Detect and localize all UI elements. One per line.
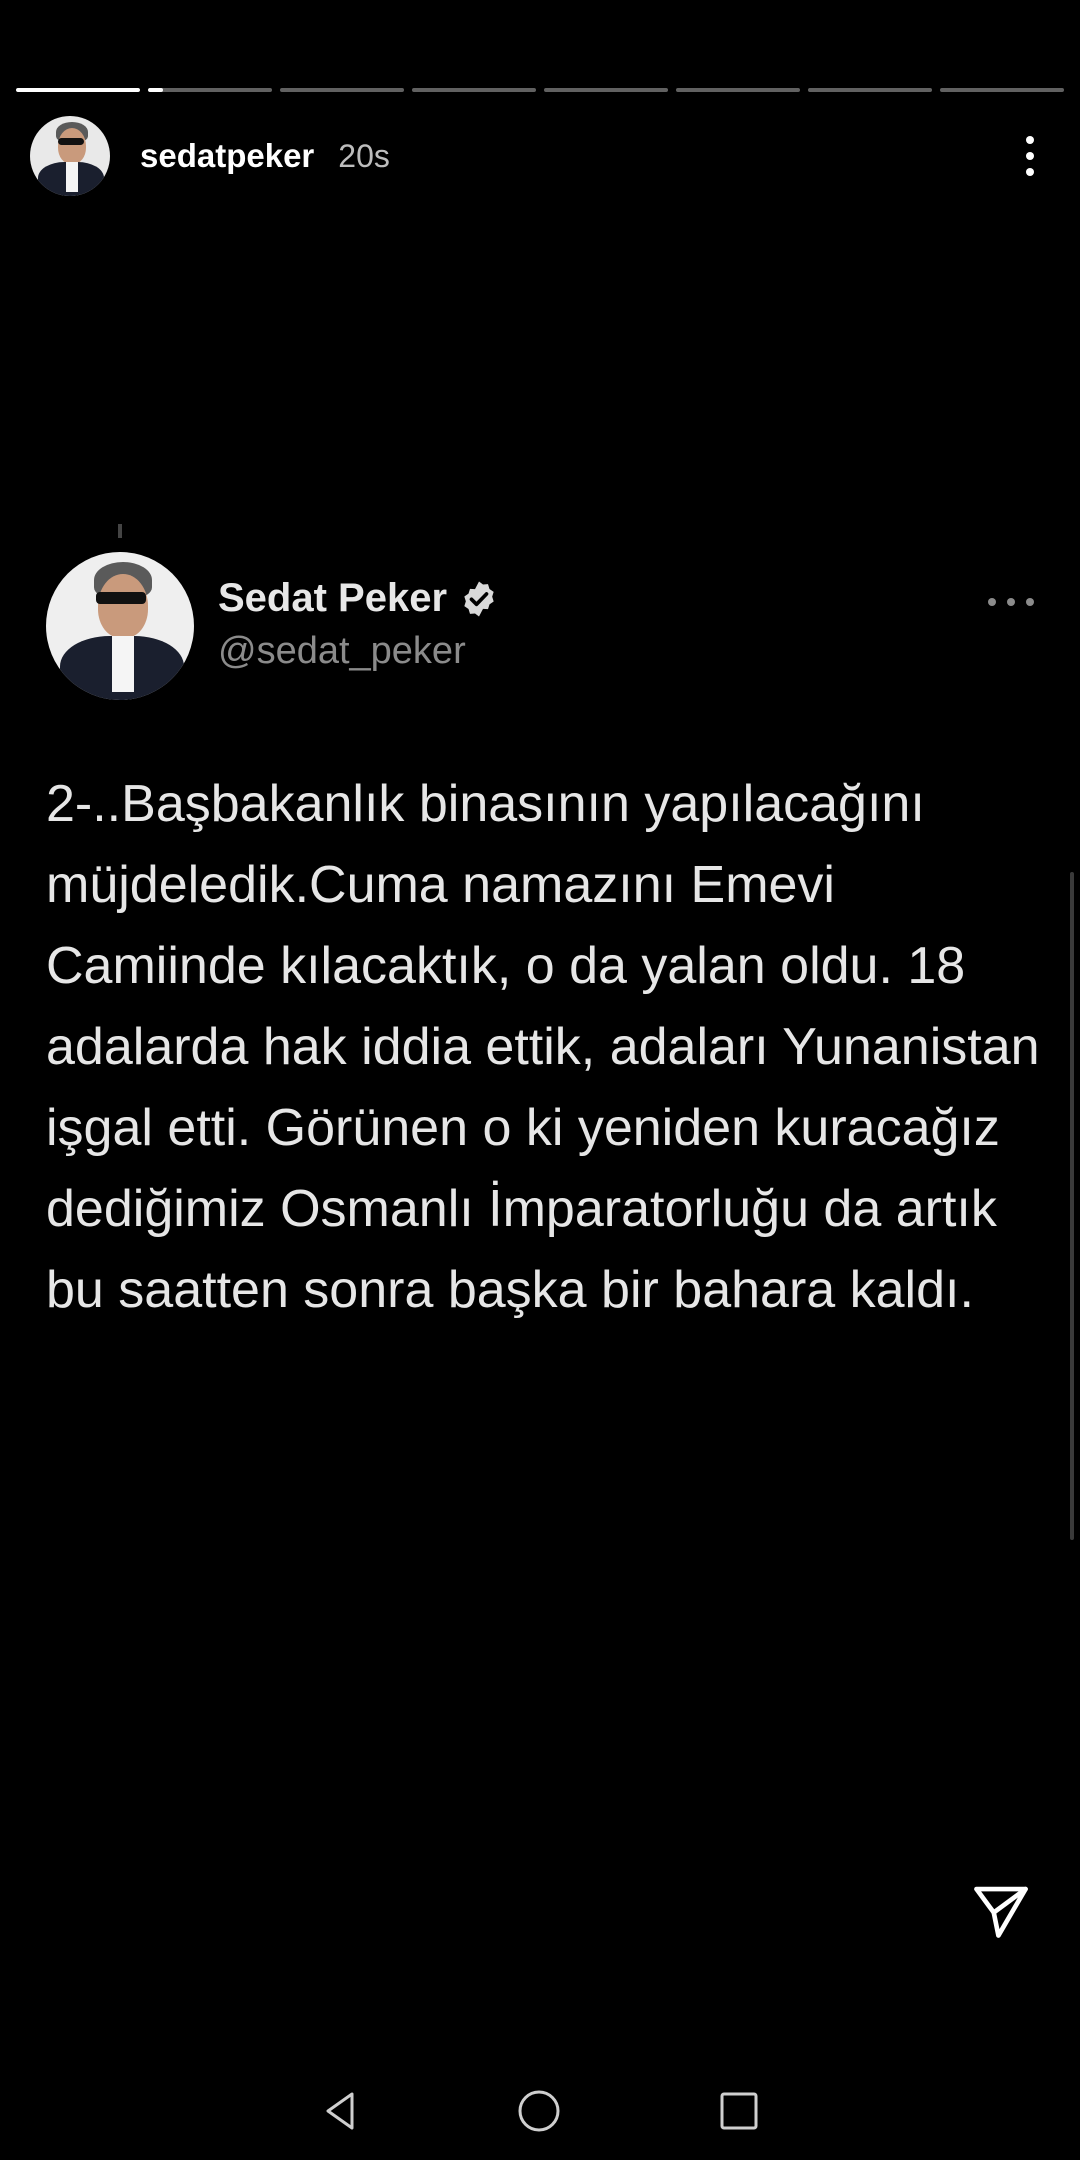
- story-header: sedatpeker 20s: [30, 116, 1050, 196]
- story-progress-segment: [280, 88, 404, 92]
- story-progress-segment: [808, 88, 932, 92]
- story-progress-segment: [412, 88, 536, 92]
- more-horizontal-icon: [988, 592, 1034, 612]
- verified-badge-icon: [464, 581, 494, 616]
- story-progress-segment: [676, 88, 800, 92]
- tweet-body-text: 2-..Başbakanlık binasının yapılacağını m…: [46, 775, 1040, 1319]
- story-timestamp: 20s: [338, 137, 390, 174]
- send-icon[interactable]: [970, 1880, 1032, 1942]
- story-progress-fill: [16, 88, 140, 92]
- story-progress-segment: [16, 88, 140, 92]
- tweet-header: Sedat Peker @sedat_peker: [46, 552, 1034, 702]
- more-vertical-icon[interactable]: [1010, 126, 1050, 186]
- back-triangle-icon[interactable]: [316, 2086, 366, 2136]
- divider-tick: [118, 524, 122, 538]
- tweet-display-name: Sedat Peker: [218, 576, 499, 621]
- system-navigation-bar: [0, 2070, 1080, 2150]
- recents-square-icon[interactable]: [714, 2086, 764, 2136]
- scroll-indicator: [1070, 872, 1074, 1540]
- tweet-handle: @sedat_peker: [218, 630, 466, 672]
- story-progress-segment: [940, 88, 1064, 92]
- story-progress-segment: [148, 88, 272, 92]
- story-username[interactable]: sedatpeker: [140, 137, 314, 175]
- tweet-display-name-text: Sedat Peker: [218, 576, 448, 620]
- story-progress-bar: [16, 88, 1064, 94]
- story-author-avatar[interactable]: [30, 116, 110, 196]
- story-progress-segment: [544, 88, 668, 92]
- home-circle-icon[interactable]: [514, 2086, 564, 2136]
- tweet-author-avatar: [46, 552, 194, 700]
- story-progress-fill: [148, 88, 163, 92]
